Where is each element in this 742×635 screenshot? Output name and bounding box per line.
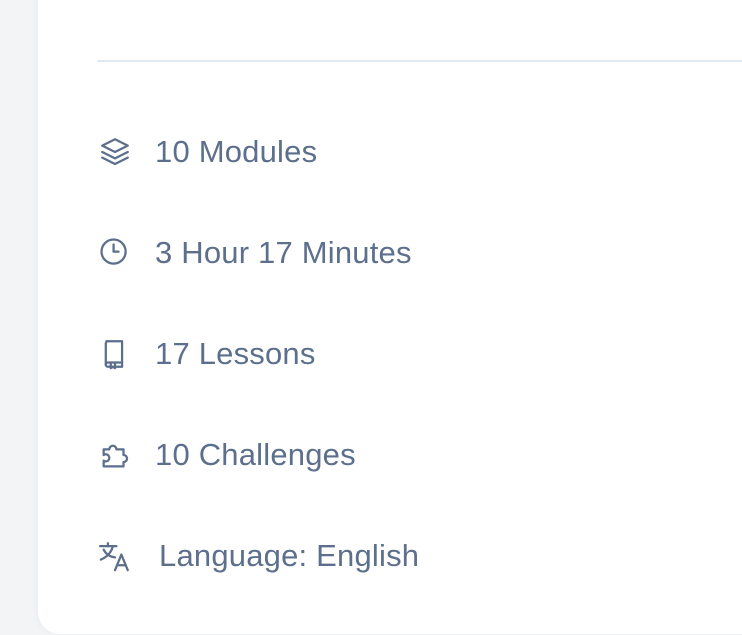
feature-language: Language: English bbox=[98, 536, 419, 576]
feature-challenges: 10 Challenges bbox=[98, 435, 356, 475]
section-divider bbox=[97, 60, 742, 62]
feature-duration: 3 Hour 17 Minutes bbox=[98, 233, 412, 273]
puzzle-icon bbox=[98, 437, 134, 473]
duration-label: 3 Hour 17 Minutes bbox=[155, 235, 412, 270]
layers-icon bbox=[98, 134, 134, 170]
modules-count-label: 10 Modules bbox=[155, 134, 318, 169]
translate-icon bbox=[98, 538, 134, 574]
book-icon bbox=[98, 336, 134, 372]
feature-lessons: 17 Lessons bbox=[98, 334, 316, 374]
language-label: Language: English bbox=[159, 538, 420, 573]
clock-icon bbox=[98, 235, 134, 271]
lessons-count-label: 17 Lessons bbox=[155, 336, 316, 371]
feature-modules: 10 Modules bbox=[98, 132, 317, 172]
challenges-count-label: 10 Challenges bbox=[155, 437, 356, 472]
